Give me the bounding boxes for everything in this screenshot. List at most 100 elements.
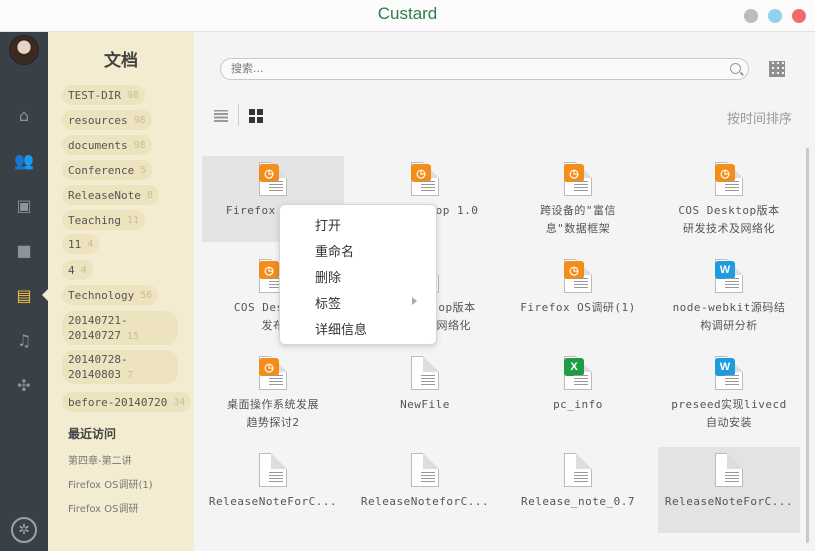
file-name: ReleaseNoteForC...: [658, 493, 800, 511]
file-name-line1: ReleaseNoteforC...: [360, 495, 490, 508]
tag-label: 20140721-: [68, 314, 128, 327]
grid-view-icon[interactable]: [249, 109, 263, 123]
ppt-badge-icon: ◷: [259, 358, 279, 376]
file-name: 跨设备的"富信 息"数据框架: [507, 202, 649, 238]
ppt-badge-icon: ◷: [259, 164, 279, 182]
file-name-line1: pc_info: [553, 398, 603, 411]
recent-item[interactable]: 第四章-第二讲: [68, 452, 132, 467]
qr-code-icon[interactable]: [769, 61, 785, 77]
tag-item[interactable]: 44: [62, 260, 93, 280]
document-lines: [574, 181, 588, 191]
file-item[interactable]: ◷ Firefox OS调研(1): [507, 253, 649, 339]
search-input[interactable]: [231, 62, 711, 75]
file-name: COS Desktop版本研发技术及网络化: [658, 202, 800, 238]
recent-item[interactable]: Firefox OS调研(1): [68, 476, 153, 491]
ppt-badge-icon: ◷: [715, 164, 735, 182]
videos-icon[interactable]: ■: [0, 232, 48, 268]
submenu-arrow-icon: [412, 297, 417, 305]
tag-label: documents: [68, 138, 128, 152]
menu-item-details[interactable]: 详细信息: [315, 319, 367, 338]
tag-item[interactable]: 11 4: [62, 234, 100, 254]
menu-item-rename[interactable]: 重命名: [315, 241, 354, 260]
maximize-button[interactable]: [768, 9, 782, 23]
menu-item-open[interactable]: 打开: [315, 215, 341, 234]
file-item[interactable]: NewFile: [354, 350, 496, 436]
menu-item-delete[interactable]: 删除: [315, 267, 341, 286]
minimize-button[interactable]: [744, 9, 758, 23]
sidebar-title: 文档: [104, 51, 138, 71]
document-icon: ◷: [564, 259, 592, 293]
tag-item[interactable]: Technology 56: [62, 285, 159, 305]
search-box[interactable]: [220, 58, 749, 80]
tag-item[interactable]: resources 98: [62, 110, 152, 130]
document-lines: [725, 181, 739, 191]
document-icon: [411, 453, 439, 487]
tag-count: 7: [126, 370, 134, 381]
apps-icon[interactable]: ✣: [0, 367, 48, 403]
file-name-line1: NewFile: [400, 398, 450, 411]
document-icon: [411, 356, 439, 390]
ppt-badge-icon: ◷: [564, 164, 584, 182]
view-divider: [238, 104, 239, 126]
file-item[interactable]: Wpreseed实现livecd 自动安装: [658, 350, 800, 436]
file-item[interactable]: ReleaseNoteforC...: [354, 447, 496, 533]
scrollbar[interactable]: [806, 148, 809, 543]
user-avatar[interactable]: [9, 35, 39, 65]
tag-count: 4: [80, 264, 87, 276]
file-item[interactable]: Wnode-webkit源码结 构调研分析: [658, 253, 800, 339]
tag-item[interactable]: 20140728- 20140803 7: [62, 350, 178, 384]
tag-item[interactable]: ReleaseNote 8: [62, 185, 159, 205]
ppt-badge-icon: ◷: [411, 164, 431, 182]
tag-label: 20140727: [68, 329, 121, 342]
tag-label: 20140803: [68, 368, 121, 381]
file-item[interactable]: Release_note_0.7: [507, 447, 649, 533]
file-name: preseed实现livecd 自动安装: [658, 396, 800, 432]
file-name-line1: Release_note_0.7: [521, 495, 635, 508]
list-view-icon[interactable]: [214, 110, 228, 122]
sort-button[interactable]: 按时间排序: [727, 108, 792, 127]
home-icon[interactable]: ⌂: [0, 97, 48, 133]
tag-label: 4: [68, 263, 75, 277]
file-name: ReleaseNoteforC...: [354, 493, 496, 511]
tag-item[interactable]: before-20140720 34: [62, 392, 192, 412]
custard-logo-icon[interactable]: ✲: [11, 517, 37, 543]
document-icon: ◷: [411, 162, 439, 196]
file-item[interactable]: Xpc_info: [507, 350, 649, 436]
menu-item-tag[interactable]: 标签: [315, 293, 341, 312]
file-name-line2: 息"数据框架: [545, 222, 611, 235]
contacts-icon[interactable]: 👥: [0, 142, 48, 178]
tag-item[interactable]: documents 98: [62, 135, 152, 155]
tag-label: TEST-DIR: [68, 88, 121, 102]
file-item[interactable]: ReleaseNoteForC...: [202, 447, 344, 533]
document-icon: ◷: [259, 356, 287, 390]
file-name-line2: 构调研分析: [700, 319, 758, 332]
file-item[interactable]: ReleaseNoteForC...: [658, 447, 800, 533]
file-item[interactable]: ◷ COS Desktop版本研发技术及网络化: [658, 156, 800, 242]
tag-count: 98: [133, 114, 146, 126]
tag-label: 11: [68, 237, 82, 251]
file-item[interactable]: ◷ 桌面操作系统发展 趋势探讨2: [202, 350, 344, 436]
tag-label: before-20140720: [68, 395, 168, 409]
tag-item[interactable]: TEST-DIR 98: [62, 85, 146, 105]
recent-item[interactable]: Firefox OS调研: [68, 500, 139, 515]
file-name: ReleaseNoteForC...: [202, 493, 344, 511]
file-name: Release_note_0.7: [507, 493, 649, 511]
document-lines: [421, 181, 435, 191]
tag-count: 56: [140, 289, 153, 301]
photos-icon[interactable]: ▣: [0, 187, 48, 223]
document-icon: [259, 453, 287, 487]
documents-icon[interactable]: ▤: [0, 277, 48, 313]
tag-count: 4: [87, 238, 94, 250]
tag-item[interactable]: 20140721- 20140727 15: [62, 311, 178, 345]
documents-sidebar: 文档 TEST-DIR 98 resources 98 documents 98 Co…: [48, 32, 194, 551]
tag-item[interactable]: Teaching 11: [62, 210, 146, 230]
document-icon: [715, 453, 743, 487]
close-button[interactable]: [792, 9, 806, 23]
search-icon[interactable]: [730, 63, 741, 74]
document-lines: [574, 278, 588, 288]
music-icon[interactable]: ♫: [0, 322, 48, 358]
tag-item[interactable]: Conference 5: [62, 160, 153, 180]
file-name-line1: 跨设备的"富信: [539, 204, 617, 217]
document-lines: [725, 278, 739, 288]
file-item[interactable]: ◷ 跨设备的"富信 息"数据框架: [507, 156, 649, 242]
